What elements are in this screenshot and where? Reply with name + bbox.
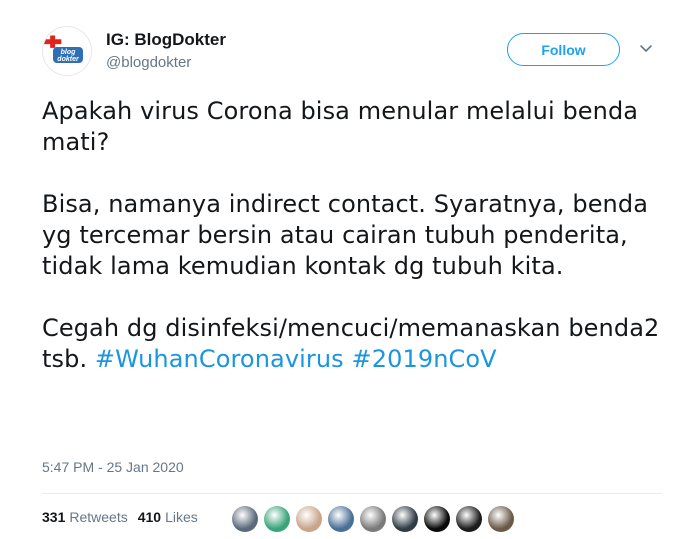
tweet-paragraph: Bisa, namanya indirect contact. Syaratny… (42, 190, 649, 280)
blogdokter-logo-icon: blog dokter (43, 27, 91, 75)
liker-avatars (232, 504, 520, 534)
tweet-text: Apakah virus Corona bisa menular melalui… (42, 96, 672, 375)
retweets-stat[interactable]: 331 Retweets (42, 509, 128, 525)
liker-avatar[interactable] (360, 506, 386, 532)
tweet-card: blog dokter IG: BlogDokter @blogdokter F… (0, 0, 700, 539)
hashtag-link[interactable]: #WuhanCoronavirus (95, 345, 344, 373)
divider (42, 493, 662, 494)
liker-avatar[interactable] (328, 506, 354, 532)
chevron-down-icon[interactable] (638, 40, 654, 56)
liker-avatar[interactable] (424, 506, 450, 532)
tweet-timestamp[interactable]: 5:47 PM - 25 Jan 2020 (42, 459, 184, 475)
display-name[interactable]: IG: BlogDokter (106, 30, 226, 50)
svg-text:dokter: dokter (57, 56, 80, 63)
tweet-paragraph: Cegah dg disinfeksi/mencuci/memanaskan b… (42, 313, 672, 375)
hashtag-link[interactable]: #2019nCoV (352, 345, 497, 373)
retweets-count: 331 (42, 509, 66, 525)
likes-count: 410 (137, 509, 162, 525)
likes-stat[interactable]: 410 Likes (138, 509, 198, 525)
tweet-stats: 331 Retweets 410 Likes (42, 509, 208, 525)
liker-avatar[interactable] (392, 506, 418, 532)
liker-avatar[interactable] (456, 506, 482, 532)
liker-avatar[interactable] (488, 506, 514, 532)
liker-avatar[interactable] (296, 506, 322, 532)
liker-avatar[interactable] (232, 506, 258, 532)
retweets-label: Retweets (69, 509, 128, 525)
follow-button[interactable]: Follow (507, 33, 620, 66)
tweet-paragraph: Apakah virus Corona bisa menular melalui… (42, 97, 639, 156)
user-handle[interactable]: @blogdokter (106, 54, 191, 71)
liker-avatar[interactable] (264, 506, 290, 532)
avatar[interactable]: blog dokter (42, 26, 92, 76)
svg-text:blog: blog (61, 49, 76, 56)
likes-label: Likes (165, 509, 198, 525)
